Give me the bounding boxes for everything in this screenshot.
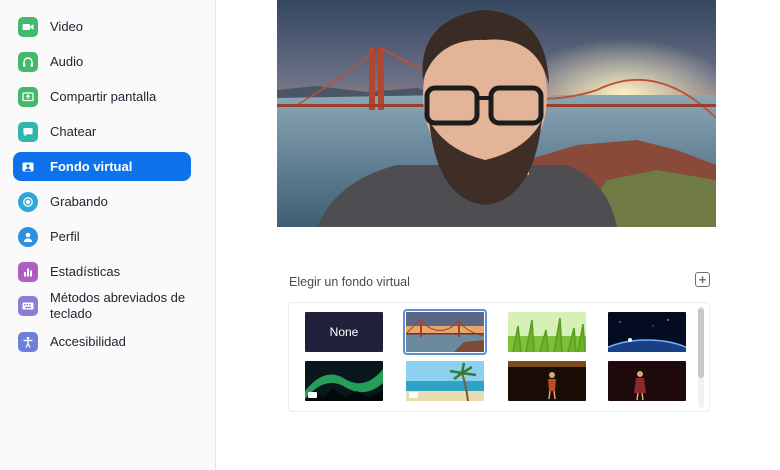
sidebar-item-profile[interactable]: Perfil — [13, 222, 191, 251]
statistics-icon — [18, 261, 38, 282]
virtual-background-icon — [18, 157, 38, 177]
sidebar-item-chat[interactable]: Chatear — [13, 117, 191, 146]
keyboard-icon — [18, 296, 38, 316]
video-background-icon — [308, 392, 317, 398]
sidebar-item-accessibility[interactable]: Accesibilidad — [13, 327, 191, 356]
sidebar-item-label: Accesibilidad — [50, 333, 126, 349]
sidebar-item-video[interactable]: Video — [13, 12, 191, 41]
sidebar-item-label: Estadísticas — [50, 263, 121, 279]
sidebar-item-label: Fondo virtual — [50, 158, 133, 174]
sidebar-item-keyboard-shortcuts[interactable]: Métodos abreviados de teclado — [13, 288, 191, 324]
sidebar-item-label: Compartir pantalla — [50, 88, 157, 104]
thumbnail-grass[interactable] — [508, 312, 586, 352]
thumbnail-none[interactable]: None — [305, 312, 383, 352]
sidebar-item-recording[interactable]: Grabando — [13, 187, 191, 216]
video-icon — [18, 16, 38, 37]
grass-thumbnail-image — [508, 312, 586, 352]
sidebar-item-label: Métodos abreviados de teclado — [50, 290, 186, 321]
thumbnail-dancer-stage-2[interactable] — [608, 361, 686, 401]
dancer-2-thumbnail-image — [608, 361, 686, 401]
accessibility-icon — [18, 331, 38, 352]
gallery-scrollbar-thumb[interactable] — [698, 308, 704, 378]
settings-window: Video Audio Compartir pantalla Chatear F — [0, 0, 780, 470]
golden-gate-thumbnail-image — [406, 312, 484, 352]
earth-thumbnail-image — [608, 312, 686, 352]
video-background-icon — [409, 392, 418, 398]
headphones-icon — [18, 51, 38, 72]
choose-background-title: Elegir un fondo virtual — [289, 275, 410, 289]
share-screen-icon — [18, 86, 38, 107]
thumbnail-golden-gate-bridge[interactable] — [403, 309, 487, 355]
none-label: None — [329, 325, 359, 339]
sidebar-item-statistics[interactable]: Estadísticas — [13, 257, 191, 286]
sidebar-item-label: Grabando — [50, 193, 108, 209]
gallery-scrollbar[interactable] — [698, 306, 704, 408]
thumbnail-aurora[interactable] — [305, 361, 383, 401]
profile-icon — [18, 226, 38, 247]
sidebar-item-share-screen[interactable]: Compartir pantalla — [13, 82, 191, 111]
chat-icon — [18, 121, 38, 142]
dancer-thumbnail-image — [508, 361, 586, 401]
sidebar-item-audio[interactable]: Audio — [13, 47, 191, 76]
thumbnail-beach-palm[interactable] — [406, 361, 484, 401]
sidebar-item-label: Chatear — [50, 123, 97, 139]
preview-image — [277, 0, 716, 227]
sidebar-item-label: Video — [50, 18, 84, 34]
thumbnail-dancer-stage-1[interactable] — [508, 361, 586, 401]
record-icon — [18, 191, 38, 212]
sidebar-item-label: Perfil — [50, 228, 80, 244]
camera-preview — [277, 0, 716, 227]
sidebar-item-virtual-background[interactable]: Fondo virtual — [13, 152, 191, 181]
settings-sidebar: Video Audio Compartir pantalla Chatear F — [0, 0, 216, 470]
sidebar-item-label: Audio — [50, 53, 84, 69]
thumbnail-earth-from-space[interactable] — [608, 312, 686, 352]
add-background-button[interactable]: + — [695, 272, 710, 287]
